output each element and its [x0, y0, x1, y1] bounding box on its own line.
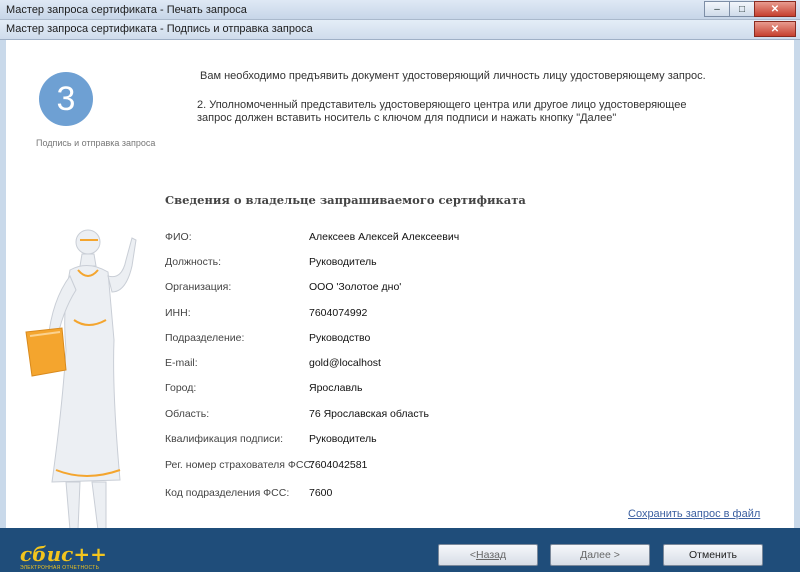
footer-bar: сбис++ ЭЛЕКТРОННАЯ ОТЧЕТНОСТЬ < Назад Да…	[0, 528, 800, 572]
field-value-region: 76 Ярославская область	[309, 408, 429, 420]
dialog-title-bar: Мастер запроса сертификата - Подпись и о…	[0, 20, 800, 40]
field-label-position: Должность:	[165, 256, 222, 268]
field-value-inn: 7604074992	[309, 307, 368, 319]
field-value-qualification: Руководитель	[309, 433, 377, 445]
field-value-organization: ООО 'Золотое дно'	[309, 281, 402, 293]
field-label-email: E-mail:	[165, 357, 198, 369]
step-number-badge: 3	[39, 72, 93, 126]
field-value-position: Руководитель	[309, 256, 377, 268]
instruction-line-2: 2. Уполномоченный представитель удостове…	[197, 99, 687, 124]
field-value-fio: Алексеев Алексей Алексеевич	[309, 231, 460, 243]
wizard-content: 3 Подпись и отправка запроса Вам необход…	[6, 40, 794, 530]
field-label-fss-reg-number: Рег. номер страхователя ФСС:	[165, 459, 314, 471]
field-label-fio: ФИО:	[165, 231, 192, 243]
close-button[interactable]: ✕	[754, 1, 796, 17]
woman-illustration	[25, 229, 137, 530]
minimize-button[interactable]: –	[704, 1, 730, 17]
sbis-logo-subtitle: ЭЛЕКТРОННАЯ ОТЧЕТНОСТЬ	[20, 565, 100, 571]
save-request-link[interactable]: Сохранить запрос в файл	[628, 508, 760, 520]
owner-info-title: Сведения о владельце запрашиваемого серт…	[165, 193, 526, 207]
field-label-city: Город:	[165, 382, 197, 394]
dialog-title: Мастер запроса сертификата - Подпись и о…	[6, 23, 313, 35]
field-label-inn: ИНН:	[165, 307, 191, 319]
folder-icon	[25, 327, 67, 377]
window-controls: – □ ✕	[704, 1, 796, 17]
next-button[interactable]: Далее >	[550, 544, 650, 566]
step-label: Подпись и отправка запроса	[36, 138, 156, 148]
field-label-organization: Организация:	[165, 281, 232, 293]
field-value-fss-reg-number: 7604042581	[309, 459, 368, 471]
back-button-label: Назад	[476, 549, 507, 561]
back-button[interactable]: < Назад	[438, 544, 538, 566]
field-label-department: Подразделение:	[165, 332, 245, 344]
field-value-city: Ярославль	[309, 382, 363, 394]
maximize-button[interactable]: □	[729, 1, 755, 17]
field-label-fss-department-code: Код подразделения ФСС:	[165, 487, 290, 499]
cancel-button[interactable]: Отменить	[663, 544, 763, 566]
field-value-email: gold@localhost	[309, 357, 381, 369]
field-label-qualification: Квалификация подписи:	[165, 433, 284, 445]
field-label-region: Область:	[165, 408, 210, 420]
instruction-line-1: Вам необходимо предъявить документ удост…	[200, 70, 706, 82]
field-value-department: Руководство	[309, 332, 371, 344]
field-value-fss-department-code: 7600	[309, 487, 333, 499]
dialog-close-button[interactable]: ✕	[754, 21, 796, 37]
outer-title-bar: Мастер запроса сертификата - Печать запр…	[0, 0, 800, 20]
sbis-logo: сбис++	[20, 542, 107, 566]
outer-window-title: Мастер запроса сертификата - Печать запр…	[6, 4, 247, 16]
